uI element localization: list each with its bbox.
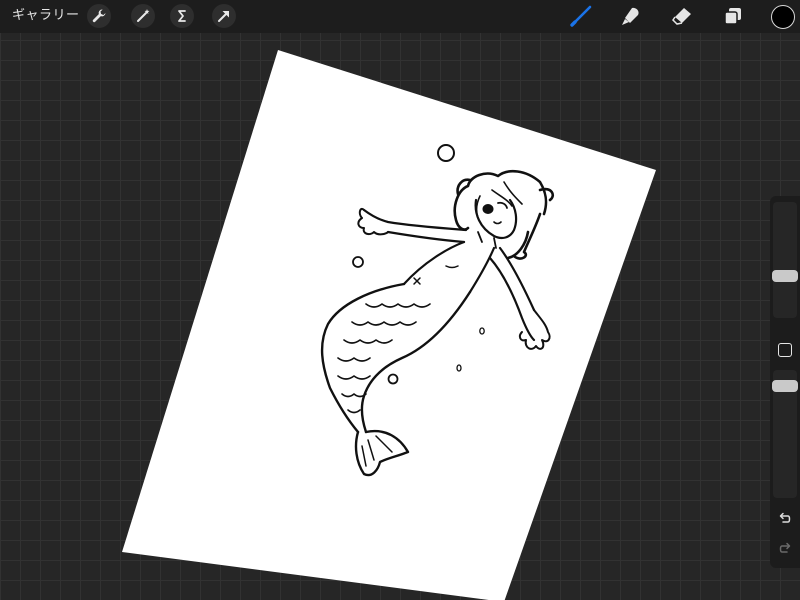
layers-icon [724, 8, 741, 25]
redo-icon [779, 542, 791, 553]
actions-button[interactable] [87, 4, 111, 28]
smudge-icon [622, 7, 639, 25]
undo-icon [779, 512, 791, 523]
smudge-tool-button[interactable] [618, 4, 644, 28]
canvas-workspace[interactable] [0, 0, 800, 600]
brush-size-slider[interactable] [772, 202, 798, 318]
redo-button[interactable] [775, 540, 795, 558]
eraser-icon [672, 8, 691, 25]
top-toolbar: ギャラリー [0, 0, 800, 33]
brush-tool-button[interactable] [568, 4, 594, 28]
brush-size-thumb[interactable] [772, 270, 798, 282]
selection-button[interactable] [170, 4, 194, 28]
transform-arrow-icon [218, 11, 229, 22]
selection-s-icon [178, 10, 186, 22]
layers-button[interactable] [720, 4, 746, 28]
opacity-thumb[interactable] [772, 380, 798, 392]
magic-wand-icon [137, 9, 150, 22]
eraser-tool-button[interactable] [669, 4, 695, 28]
adjustments-button[interactable] [131, 4, 155, 28]
brush-sidebar [770, 196, 800, 568]
brush-icon [570, 5, 592, 27]
gallery-button[interactable]: ギャラリー [12, 7, 80, 25]
transform-button[interactable] [212, 4, 236, 28]
modify-button[interactable] [778, 343, 792, 357]
undo-button[interactable] [775, 510, 795, 528]
color-picker-button[interactable] [771, 5, 795, 29]
opacity-slider[interactable] [772, 370, 798, 498]
wrench-icon [92, 9, 106, 23]
